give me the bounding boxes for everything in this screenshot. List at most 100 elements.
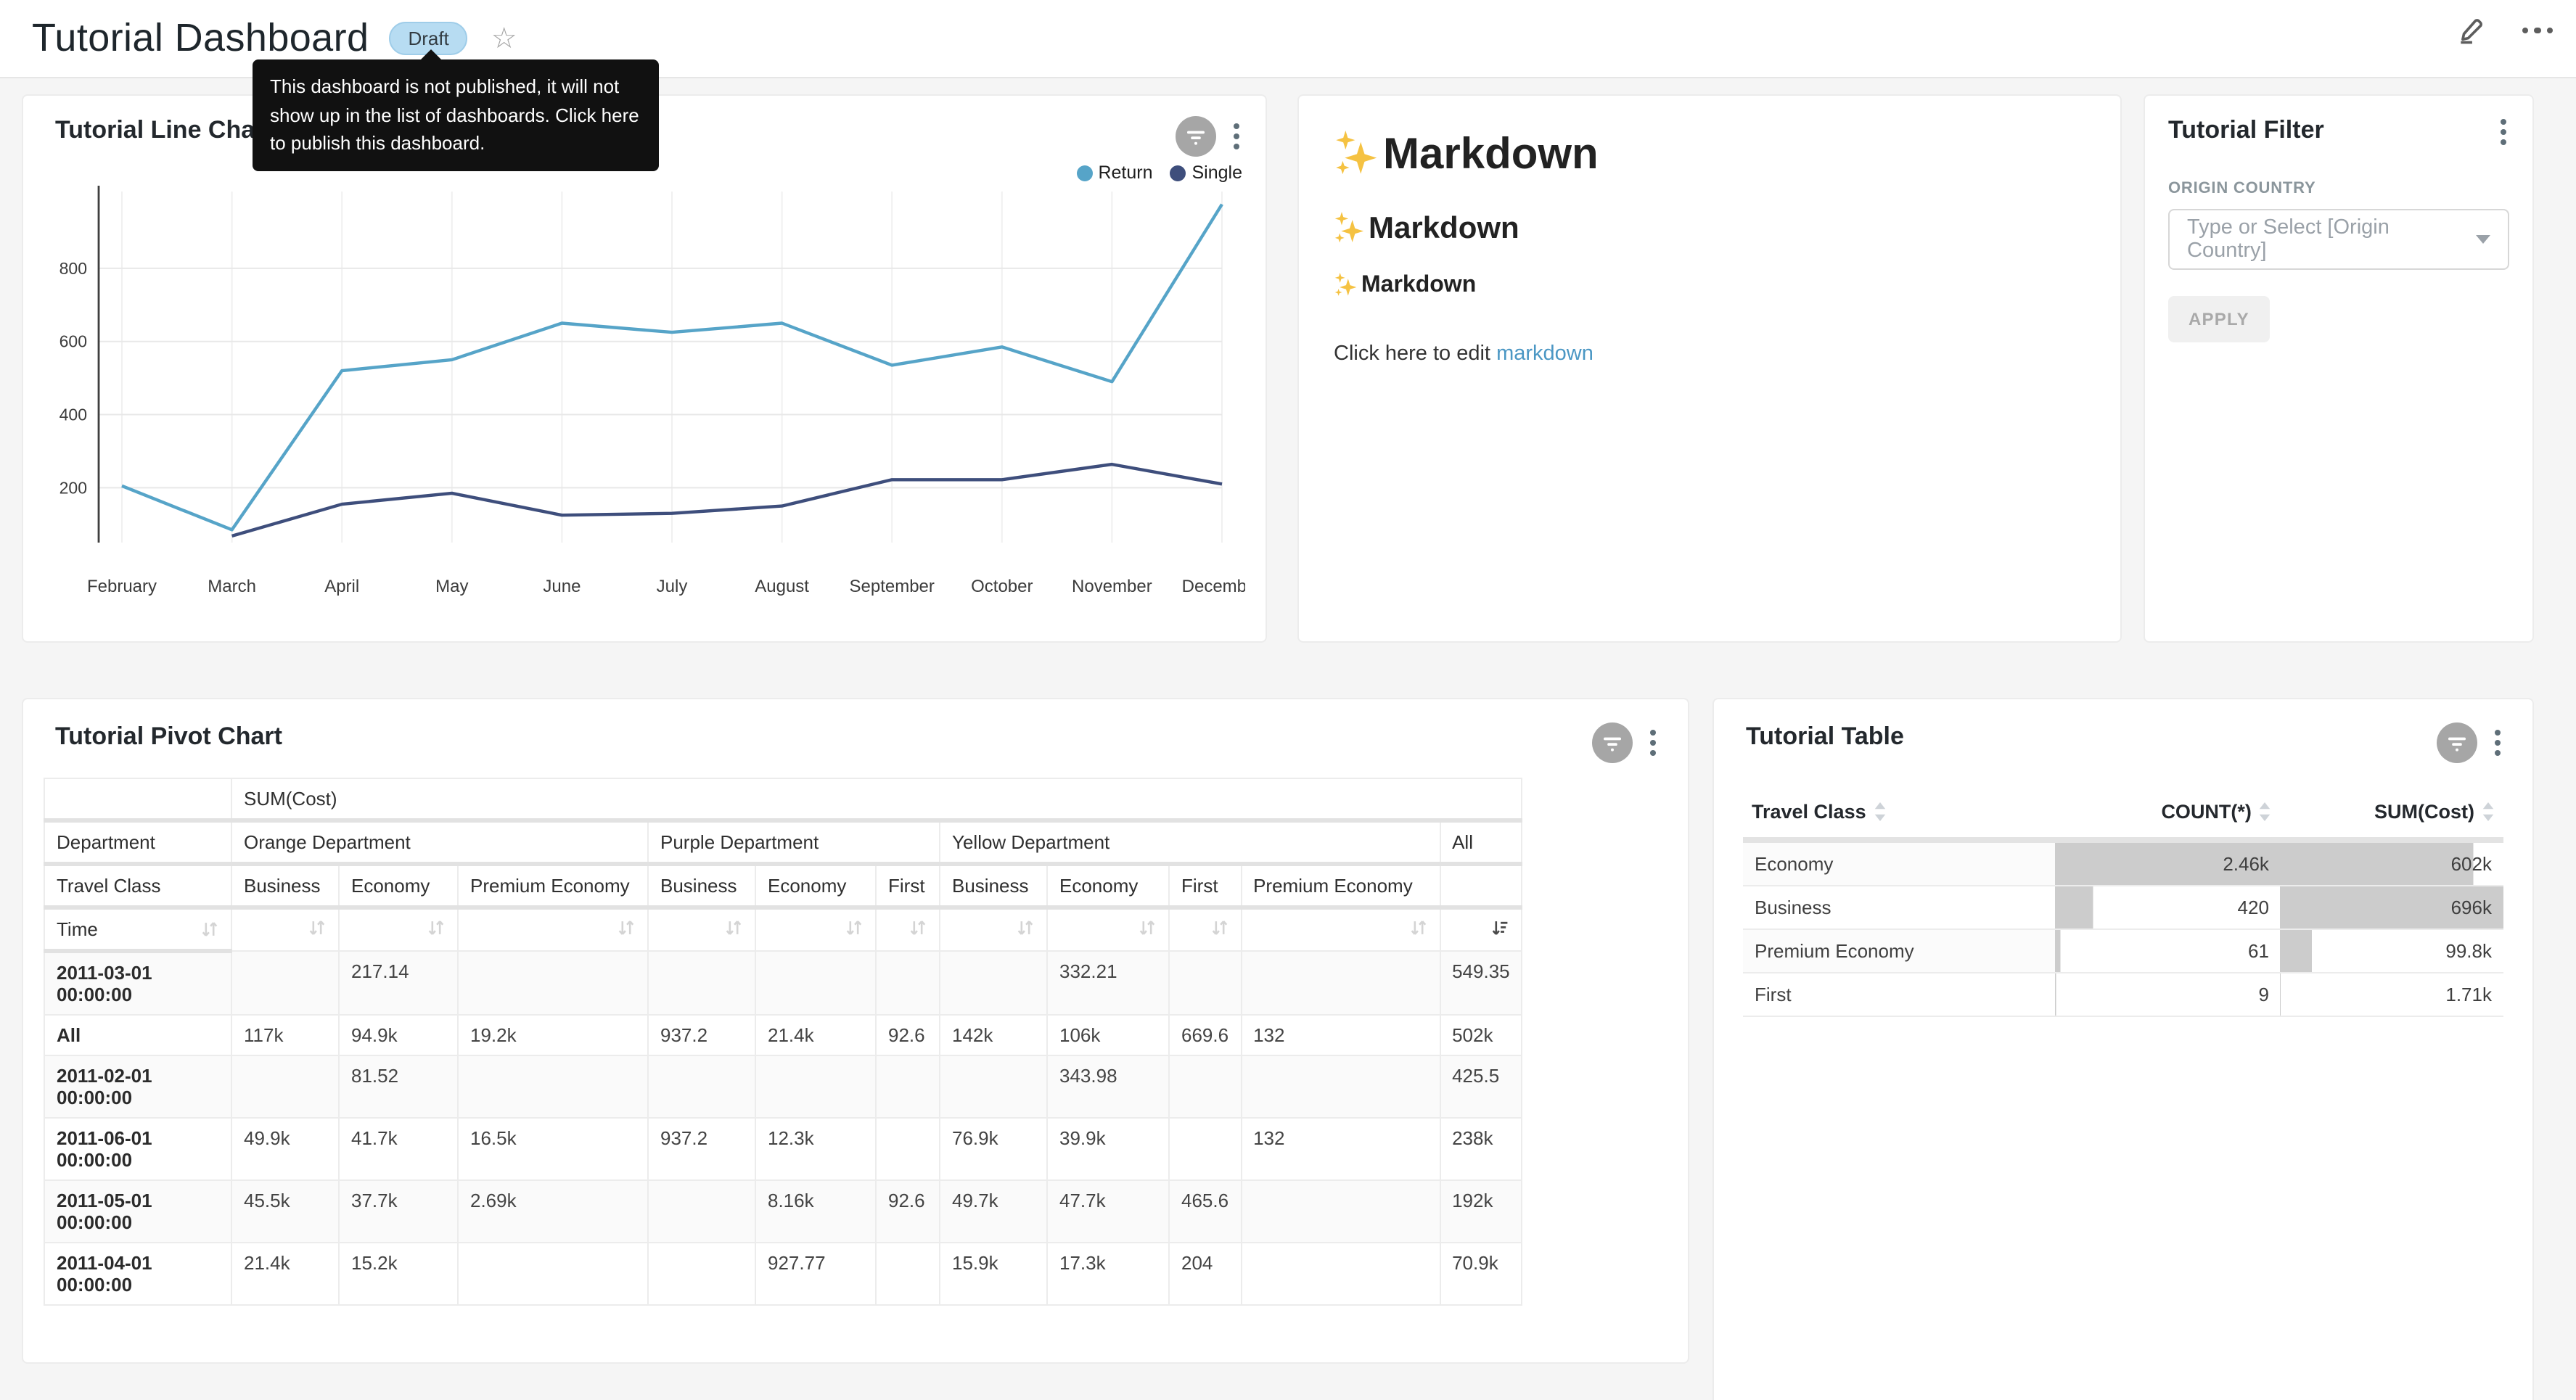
col-travel-class[interactable]: Travel Class: [1743, 789, 2055, 840]
markdown-edit-link[interactable]: markdown: [1496, 342, 1593, 366]
pivot-value-cell: 2.69k: [458, 1180, 648, 1243]
y-axis-tick: 800: [60, 259, 87, 278]
pivot-value-cell: 37.7k: [339, 1180, 458, 1243]
pivot-group-header: All: [1440, 820, 1522, 864]
filter-card: Tutorial Filter ORIGIN COUNTRY Type or S…: [2144, 94, 2534, 643]
chart-menu-icon[interactable]: [1647, 727, 1659, 759]
sort-desc-icon[interactable]: [1491, 918, 1510, 937]
col-sum-cost[interactable]: SUM(Cost): [2281, 789, 2503, 840]
pivot-value-cell: 16.5k: [458, 1118, 648, 1180]
pivot-value-cell: 76.9k: [940, 1118, 1047, 1180]
table-card-title: Tutorial Table: [1746, 722, 1904, 752]
markdown-h2: Markdown: [1334, 212, 2085, 247]
chart-menu-icon[interactable]: [1231, 120, 1242, 152]
pivot-group-header: Purple Department: [648, 820, 940, 864]
pivot-col-header: [1440, 864, 1522, 907]
pivot-value-cell: 217.14: [339, 951, 458, 1015]
travel-class-cell: Business: [1743, 886, 2055, 929]
sort-icon[interactable]: [308, 918, 327, 937]
pivot-class-axis: Travel Class: [44, 864, 231, 907]
draft-tooltip: This dashboard is not published, it will…: [253, 59, 659, 170]
pivot-value-cell: 81.52: [339, 1055, 458, 1118]
page-title: Tutorial Dashboard: [32, 16, 369, 61]
pivot-group-header: Yellow Department: [940, 820, 1440, 864]
chart-legend: Return Single: [1076, 162, 1242, 183]
pivot-value-cell: 15.9k: [940, 1243, 1047, 1305]
pivot-value-cell: 21.4k: [755, 1015, 876, 1055]
pivot-value-cell: 192k: [1440, 1180, 1522, 1243]
pivot-value-cell: 39.9k: [1047, 1118, 1169, 1180]
pivot-value-cell: [755, 951, 876, 1015]
legend-item-return[interactable]: Return: [1076, 162, 1152, 183]
sort-icon[interactable]: [2482, 804, 2495, 825]
pivot-time-label: Time: [57, 918, 98, 940]
sort-icon[interactable]: [1210, 918, 1228, 937]
sort-icon[interactable]: [1138, 918, 1157, 937]
sparkles-icon: [1334, 131, 1380, 180]
table-row: Economy2.46k602k: [1743, 840, 2503, 886]
filter-menu-icon[interactable]: [2498, 116, 2509, 148]
apply-button[interactable]: APPLY: [2168, 296, 2270, 342]
pivot-value-cell: [648, 1055, 755, 1118]
sort-icon[interactable]: [617, 918, 636, 937]
sort-icon[interactable]: [1016, 918, 1035, 937]
x-axis-label: May: [435, 577, 468, 596]
favorite-star-icon[interactable]: ☆: [491, 24, 517, 53]
sparkles-icon: [1334, 212, 1366, 247]
pivot-col-header: Business: [231, 864, 339, 907]
pivot-value-cell: [755, 1055, 876, 1118]
pivot-value-cell: [876, 1243, 940, 1305]
pivot-value-cell: [1241, 1055, 1440, 1118]
pivot-sort-cell: [458, 907, 648, 951]
filter-indicator-icon[interactable]: [1592, 722, 1633, 763]
x-axis-label: June: [543, 577, 581, 596]
pivot-value-cell: 92.6: [876, 1015, 940, 1055]
pivot-sort-cell: [1169, 907, 1241, 951]
sort-icon[interactable]: [427, 918, 446, 937]
sum-cost-cell: 99.8k: [2281, 929, 2503, 973]
sort-icon[interactable]: [200, 920, 219, 939]
pivot-dept-axis: Department: [44, 820, 231, 864]
filter-indicator-icon[interactable]: [2437, 722, 2477, 763]
pivot-value-cell: [1241, 951, 1440, 1015]
y-axis-tick: 200: [60, 478, 87, 497]
sort-icon[interactable]: [845, 918, 864, 937]
col-count[interactable]: COUNT(*): [2055, 789, 2281, 840]
pivot-value-cell: [231, 1055, 339, 1118]
pivot-value-cell: 17.3k: [1047, 1243, 1169, 1305]
pivot-col-header: Premium Economy: [1241, 864, 1440, 907]
pivot-row: 2011-05-01 00:00:0045.5k37.7k2.69k8.16k9…: [44, 1180, 1522, 1243]
edit-pencil-icon[interactable]: [2455, 15, 2487, 46]
header-menu-icon[interactable]: [2516, 22, 2559, 40]
x-axis-label: July: [657, 577, 688, 596]
sort-icon[interactable]: [2259, 804, 2272, 825]
origin-country-select[interactable]: Type or Select [Origin Country]: [2168, 209, 2509, 270]
sum-cost-cell: 696k: [2281, 886, 2503, 929]
pivot-value-cell: 8.16k: [755, 1180, 876, 1243]
travel-class-cell: First: [1743, 973, 2055, 1016]
filter-indicator-icon[interactable]: [1176, 116, 1216, 157]
pivot-row-label: 2011-03-01 00:00:00: [44, 951, 231, 1015]
pivot-row-label: 2011-02-01 00:00:00: [44, 1055, 231, 1118]
pivot-sort-cell: [339, 907, 458, 951]
sort-icon[interactable]: [724, 918, 743, 937]
pivot-col-header: Business: [940, 864, 1047, 907]
line-chart: 200400600800FebruaryMarchAprilMayJuneJul…: [46, 183, 1245, 618]
pivot-value-cell: [876, 1055, 940, 1118]
pivot-value-cell: 49.7k: [940, 1180, 1047, 1243]
sort-icon[interactable]: [1408, 918, 1427, 937]
legend-label: Single: [1192, 162, 1243, 183]
pivot-value-cell: 502k: [1440, 1015, 1522, 1055]
legend-item-single[interactable]: Single: [1170, 162, 1243, 183]
x-axis-label: August: [755, 577, 809, 596]
x-axis-label: December: [1182, 577, 1245, 596]
select-placeholder: Type or Select [Origin Country]: [2187, 216, 2464, 263]
sort-icon[interactable]: [908, 918, 927, 937]
pivot-row-label: 2011-06-01 00:00:00: [44, 1118, 231, 1180]
pivot-value-cell: 549.35: [1440, 951, 1522, 1015]
pivot-value-cell: [940, 951, 1047, 1015]
sort-icon[interactable]: [1874, 804, 1887, 825]
pivot-value-cell: [940, 1055, 1047, 1118]
pivot-value-cell: [876, 951, 940, 1015]
chart-menu-icon[interactable]: [2492, 727, 2503, 759]
